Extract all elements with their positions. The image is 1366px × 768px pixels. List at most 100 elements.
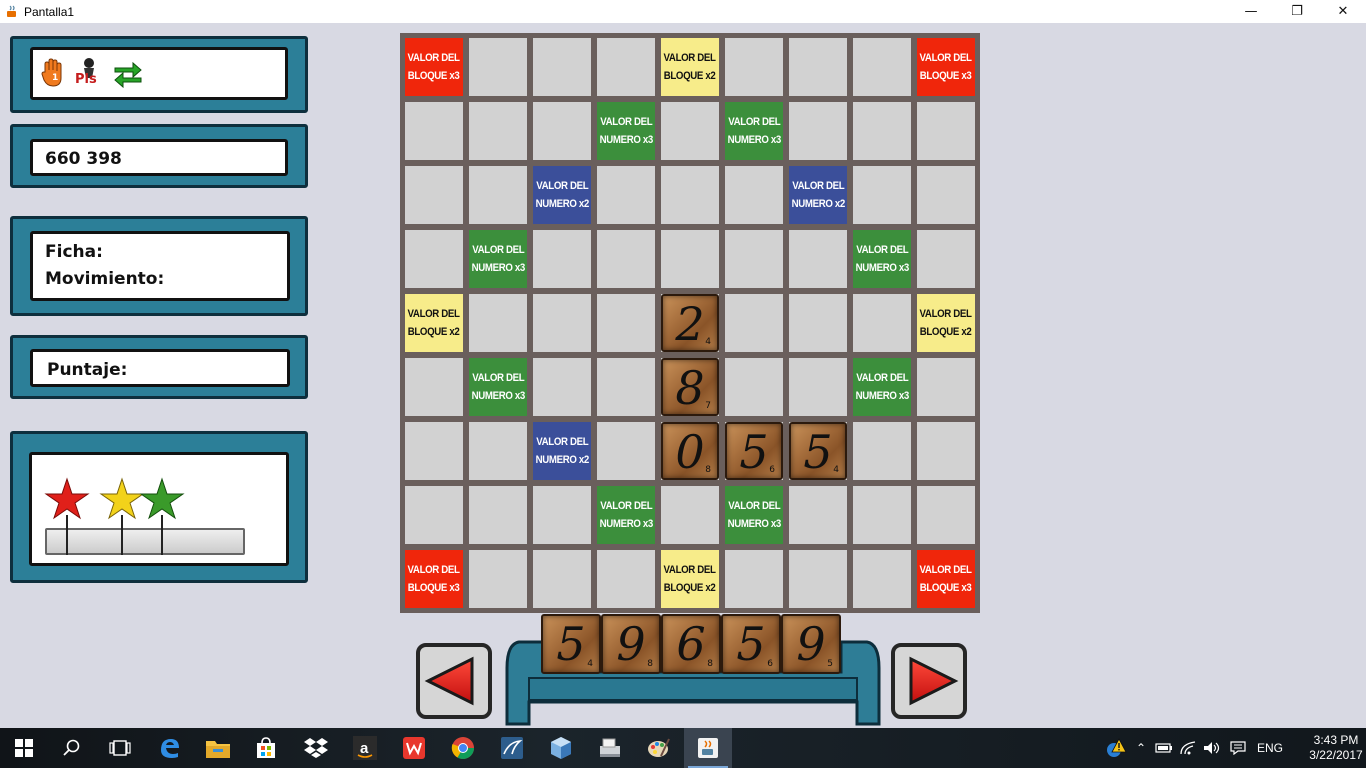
hand-number-icon[interactable]: 1 (41, 58, 65, 88)
board-cell[interactable]: VALOR DEL NUMERO x3 (597, 486, 655, 544)
language-indicator[interactable]: ENG (1252, 741, 1288, 755)
task-view-icon[interactable] (96, 728, 144, 768)
edge-icon[interactable] (146, 728, 194, 768)
board-cell[interactable] (661, 486, 719, 544)
chrome-icon[interactable] (439, 728, 487, 768)
rack-tile[interactable]: 9 5 (781, 614, 841, 674)
board-cell[interactable]: VALOR DEL NUMERO x2 (533, 422, 591, 480)
board-cell[interactable]: VALOR DEL NUMERO x3 (725, 102, 783, 160)
board-cell[interactable] (405, 486, 463, 544)
minimize-button[interactable]: — (1228, 0, 1274, 23)
board-cell[interactable] (725, 38, 783, 96)
board-cell[interactable] (917, 422, 975, 480)
swap-icon[interactable] (113, 60, 143, 89)
board-cell[interactable] (789, 550, 847, 608)
board-cell[interactable] (405, 102, 463, 160)
board-cell[interactable]: VALOR DEL NUMERO x3 (853, 230, 911, 288)
board-cell[interactable] (533, 102, 591, 160)
board-cell[interactable] (789, 294, 847, 352)
board-cell[interactable]: VALOR DEL NUMERO x2 (789, 166, 847, 224)
board-cell[interactable]: VALOR DEL NUMERO x3 (853, 358, 911, 416)
board-cell[interactable] (597, 422, 655, 480)
amazon-icon[interactable]: a (341, 728, 389, 768)
board-cell[interactable] (853, 38, 911, 96)
board-cell[interactable] (917, 102, 975, 160)
board-cell[interactable] (469, 550, 527, 608)
clock[interactable]: 3:43 PM 3/22/2017 (1296, 733, 1366, 763)
board-cell[interactable]: VALOR DEL BLOQUE x2 (661, 550, 719, 608)
board-cell[interactable] (917, 166, 975, 224)
board-cell[interactable]: VALOR DEL BLOQUE x2 (405, 294, 463, 352)
board-cell[interactable] (725, 166, 783, 224)
warning-icon[interactable] (1102, 738, 1130, 758)
board-cell[interactable] (725, 358, 783, 416)
placed-tile[interactable]: 8 7 (661, 358, 719, 416)
board-cell[interactable] (597, 166, 655, 224)
mysql-workbench-icon[interactable] (488, 728, 536, 768)
board-cell[interactable]: VALOR DEL BLOQUE x2 (661, 38, 719, 96)
store-icon[interactable] (242, 728, 290, 768)
board-cell[interactable] (469, 486, 527, 544)
placed-tile[interactable]: 5 4 (789, 422, 847, 480)
placed-tile[interactable]: 0 8 (661, 422, 719, 480)
board-cell[interactable]: VALOR DEL BLOQUE x3 (405, 550, 463, 608)
start-icon[interactable] (0, 728, 48, 768)
rack-tile[interactable]: 6 8 (661, 614, 721, 674)
rack-tile[interactable]: 5 4 (541, 614, 601, 674)
board-cell[interactable]: VALOR DEL NUMERO x3 (725, 486, 783, 544)
board-cell[interactable] (661, 230, 719, 288)
board-cell[interactable] (661, 166, 719, 224)
board-cell[interactable] (725, 550, 783, 608)
board-cell[interactable] (533, 294, 591, 352)
board-cell[interactable] (469, 294, 527, 352)
board-cell[interactable] (789, 230, 847, 288)
board-cell[interactable] (661, 102, 719, 160)
chevron-up-icon[interactable]: ⌃ (1130, 741, 1152, 755)
rack-tile[interactable]: 9 8 (601, 614, 661, 674)
board-cell[interactable] (917, 358, 975, 416)
board-cell[interactable] (789, 486, 847, 544)
board-cell[interactable]: VALOR DEL NUMERO x2 (533, 166, 591, 224)
board-cell[interactable] (789, 358, 847, 416)
board-cell[interactable]: VALOR DEL BLOQUE x2 (917, 294, 975, 352)
board-cell[interactable] (533, 38, 591, 96)
volume-icon[interactable] (1200, 741, 1224, 755)
board-cell[interactable] (405, 166, 463, 224)
action-center-icon[interactable] (1224, 741, 1252, 755)
board-cell[interactable] (533, 550, 591, 608)
board-cell[interactable] (405, 422, 463, 480)
board-cell[interactable] (533, 358, 591, 416)
board-cell[interactable]: VALOR DEL NUMERO x3 (469, 358, 527, 416)
board-cell[interactable] (789, 102, 847, 160)
board-cell[interactable]: VALOR DEL NUMERO x3 (469, 230, 527, 288)
board-cell[interactable]: VALOR DEL NUMERO x3 (597, 102, 655, 160)
board-cell[interactable] (725, 230, 783, 288)
wifi-icon[interactable] (1176, 741, 1200, 755)
board-cell[interactable] (917, 486, 975, 544)
scanner-icon[interactable] (586, 728, 634, 768)
battery-icon[interactable] (1152, 742, 1176, 754)
board-cell[interactable] (469, 166, 527, 224)
previous-button[interactable] (416, 643, 492, 719)
file-explorer-icon[interactable] (194, 728, 242, 768)
virtualbox-icon[interactable] (537, 728, 585, 768)
placed-tile[interactable]: 2 4 (661, 294, 719, 352)
java-icon[interactable] (684, 728, 732, 768)
maximize-button[interactable]: ❐ (1274, 0, 1320, 23)
board-cell[interactable] (469, 102, 527, 160)
board-cell[interactable] (597, 294, 655, 352)
next-button[interactable] (891, 643, 967, 719)
board-cell[interactable]: VALOR DEL BLOQUE x3 (917, 38, 975, 96)
pass-icon[interactable]: Pls (75, 56, 105, 90)
board-cell[interactable]: VALOR DEL BLOQUE x3 (917, 550, 975, 608)
board-cell[interactable] (533, 230, 591, 288)
wps-icon[interactable] (390, 728, 438, 768)
search-icon[interactable] (48, 728, 96, 768)
board-cell[interactable] (853, 294, 911, 352)
board-cell[interactable] (853, 486, 911, 544)
board-cell[interactable] (597, 550, 655, 608)
board-cell[interactable] (597, 38, 655, 96)
board-cell[interactable] (597, 230, 655, 288)
board-cell[interactable]: VALOR DEL BLOQUE x3 (405, 38, 463, 96)
dropbox-icon[interactable] (292, 728, 340, 768)
